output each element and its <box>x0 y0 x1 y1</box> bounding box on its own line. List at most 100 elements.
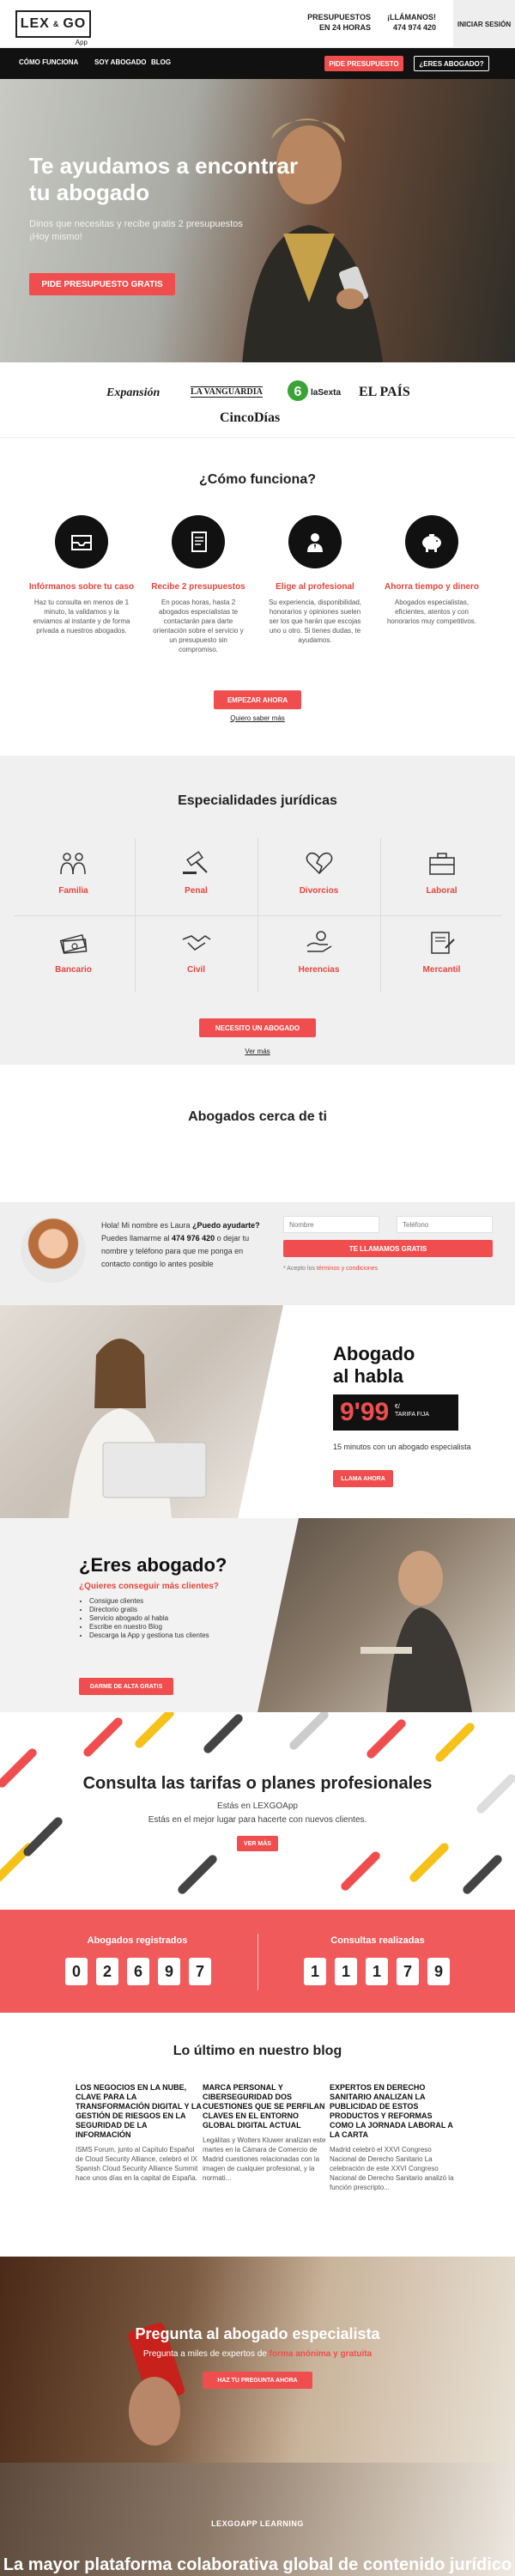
terms-link[interactable]: términos y condiciones <box>317 1266 378 1272</box>
svg-text:6: 6 <box>294 385 302 399</box>
piggy-bank-icon <box>405 515 458 568</box>
blog-post-title[interactable]: LOS NEGOCIOS EN LA NUBE, CLAVE PARA LA T… <box>76 2083 203 2140</box>
rates-line1: Estás en LEXGOApp <box>217 1801 298 1811</box>
rates-line2: Estás en el mejor lugar para hacerte con… <box>148 1815 367 1825</box>
broken-heart-icon <box>258 841 380 876</box>
lawyer-photo <box>258 1518 515 1712</box>
specialty-criminal-label: Penal <box>185 886 208 896</box>
logo-right: GO <box>63 16 87 31</box>
price-unit: €/ TARIFA FIJA <box>395 1403 429 1419</box>
ask-text-bold: forma anónima y gratuita <box>269 2349 373 2359</box>
unit-currency: €/ <box>395 1404 400 1410</box>
nav-lawyer[interactable]: SOY ABOGADO <box>94 58 146 66</box>
specialty-labor[interactable]: Laboral <box>380 841 503 915</box>
specialty-criminal[interactable]: Penal <box>135 841 258 915</box>
call-now-button[interactable]: LLAMA AHORA <box>333 1470 393 1487</box>
rates-title: Consulta las tarifas o planes profesiona… <box>82 1774 433 1793</box>
step-budgets-label: Recibe 2 presupuestos <box>151 582 245 592</box>
nav-lawyer-button[interactable]: ¿ERES ABOGADO? <box>414 56 489 71</box>
call-info[interactable]: ¡LLÁMANOS! 474 974 420 <box>387 12 436 33</box>
professional-icon <box>288 515 342 568</box>
step-save-label: Ahorra tiempo y dinero <box>384 582 479 592</box>
phone-hand-photo <box>128 2322 185 2445</box>
nav-blog[interactable]: BLOG <box>151 58 171 66</box>
decor-stripe <box>82 1716 124 1759</box>
counter-digit: 1 <box>304 1958 326 1985</box>
counter-digit: 9 <box>427 1958 450 1985</box>
learn-more-link[interactable]: Quiero saber más <box>0 714 515 722</box>
hero-title: Te ayudamos a encontrar tu abogado <box>29 153 299 205</box>
phone-input[interactable] <box>397 1216 493 1233</box>
step-inform-label: Infórmanos sobre tu caso <box>28 582 135 592</box>
nav-how-it-works[interactable]: CÓMO FUNCIONA <box>19 58 78 66</box>
price-value: 9'99 <box>340 1398 390 1426</box>
press-elpais: EL PAÍS <box>359 385 410 399</box>
ask-title: Pregunta al abogado especialista <box>135 2325 380 2342</box>
step-choose-label: Elige al profesional <box>276 582 354 592</box>
specialty-family[interactable]: Familia <box>12 841 135 915</box>
registered-counter: 0 2 6 9 7 <box>65 1958 211 1985</box>
decor-stripe <box>461 1853 504 1896</box>
ask-text-prefix: Pregunta a miles de expertos de <box>142 2349 270 2359</box>
specialty-inheritance[interactable]: Herencias <box>258 920 380 994</box>
start-now-button[interactable]: EMPEZAR AHORA <box>214 690 301 709</box>
login-button[interactable]: INICIAR SESIÓN <box>453 0 515 48</box>
blog-post[interactable]: EXPERTOS EN DERECHO SANITARIO ANALIZAN L… <box>330 2083 457 2192</box>
learning-section: LEXGOAPP LEARNING La mayor plataforma co… <box>0 2463 515 2576</box>
counter-digit: 7 <box>397 1958 419 1985</box>
specialties-section: Especialidades jurídicas Familia Penal D… <box>0 756 515 1065</box>
ask-text: Pregunta a miles de expertos de forma an… <box>0 2349 515 2359</box>
blog-post[interactable]: MARCA PERSONAL Y CIBERSEGURIDAD DOS CUES… <box>203 2083 330 2183</box>
decor-stripe <box>408 1841 451 1884</box>
specialty-divorce[interactable]: Divorcios <box>258 841 380 915</box>
unit-fixed: TARIFA FIJA <box>395 1412 429 1418</box>
blog-post-excerpt: Madrid celebró el XXVI Congreso Nacional… <box>330 2146 454 2191</box>
step-save-text: Abogados especialistas, eficientes, aten… <box>386 598 477 625</box>
see-more-link[interactable]: Ver más <box>0 1048 515 1055</box>
nav-budget-button[interactable]: PIDE PRESUPUESTO <box>324 56 403 71</box>
counter-digit: 6 <box>127 1958 149 1985</box>
learning-tag: LEXGOAPP LEARNING <box>211 2519 304 2528</box>
hero-banner: Te ayudamos a encontrar tu abogado Dinos… <box>0 79 515 362</box>
lawyer-title: ¿Eres abogado? <box>79 1554 227 1576</box>
specialty-commercial[interactable]: Mercantil <box>380 920 503 994</box>
inbox-icon <box>55 515 108 568</box>
lawyer-signup-section: ¿Eres abogado? ¿Quieres conseguir más cl… <box>0 1518 515 1712</box>
budget-info: PRESUPUESTOS EN 24 HORAS <box>307 12 371 33</box>
need-lawyer-button[interactable]: NECESITO UN ABOGADO <box>199 1018 316 1037</box>
consults-counter: 1 1 1 7 9 <box>304 1958 450 1985</box>
talk-title-line2: al habla <box>333 1365 403 1387</box>
press-logos: Expansión LA VANGUARDIA 6 laSexta EL PAÍ… <box>0 362 515 438</box>
see-more-button[interactable]: VER MÁS <box>237 1836 278 1851</box>
press-vanguardia: LA VANGUARDIA <box>191 386 263 398</box>
signup-free-button[interactable]: DARME DE ALTA GRATIS <box>79 1678 173 1695</box>
blog-post-title[interactable]: MARCA PERSONAL Y CIBERSEGURIDAD DOS CUES… <box>203 2083 330 2130</box>
decor-stripe <box>202 1712 245 1755</box>
how-it-works-section: ¿Cómo funciona? Infórmanos sobre tu caso… <box>0 438 515 756</box>
name-input[interactable] <box>283 1216 379 1233</box>
call-me-button[interactable]: TE LLAMAMOS GRATIS <box>283 1240 493 1257</box>
blog-post[interactable]: LOS NEGOCIOS EN LA NUBE, CLAVE PARA LA T… <box>76 2083 203 2183</box>
price-box: 9'99 €/ TARIFA FIJA <box>333 1394 458 1431</box>
specialty-civil[interactable]: Civil <box>135 920 258 994</box>
ask-question-button[interactable]: HAZ TU PREGUNTA AHORA <box>203 2372 312 2389</box>
specialty-banking[interactable]: Bancario <box>12 920 135 994</box>
blog-post-title[interactable]: EXPERTOS EN DERECHO SANITARIO ANALIZAN L… <box>330 2083 457 2140</box>
specialty-divorce-label: Divorcios <box>299 886 339 896</box>
lexgo-logo[interactable]: LEX & GO App <box>15 10 91 46</box>
terms-checkbox[interactable]: * Acepto los términos y condiciones <box>283 1266 378 1272</box>
talk-note: 15 minutos con un abogado especialista <box>333 1443 471 1451</box>
nearby-title: Abogados cerca de ti <box>188 1109 327 1124</box>
gavel-icon <box>135 841 258 876</box>
counter-digit: 2 <box>96 1958 118 1985</box>
handshake-icon <box>135 920 258 955</box>
callback-message: Hola! Mi nombre es Laura ¿Puedo ayudarte… <box>101 1219 260 1271</box>
step-inform-text: Haz tu consulta en menos de 1 minuto, la… <box>33 598 130 635</box>
specialties-title: Especialidades jurídicas <box>178 793 337 808</box>
callback-section: Hola! Mi nombre es Laura ¿Puedo ayudarte… <box>0 1202 515 1305</box>
logo-amp: & <box>52 20 60 28</box>
list-item: Descarga la App y gestiona tus clientes <box>89 1631 209 1640</box>
hero-cta-button[interactable]: PIDE PRESUPUESTO GRATIS <box>29 273 175 295</box>
counter-digit: 9 <box>158 1958 180 1985</box>
decor-stripe <box>365 1717 408 1760</box>
